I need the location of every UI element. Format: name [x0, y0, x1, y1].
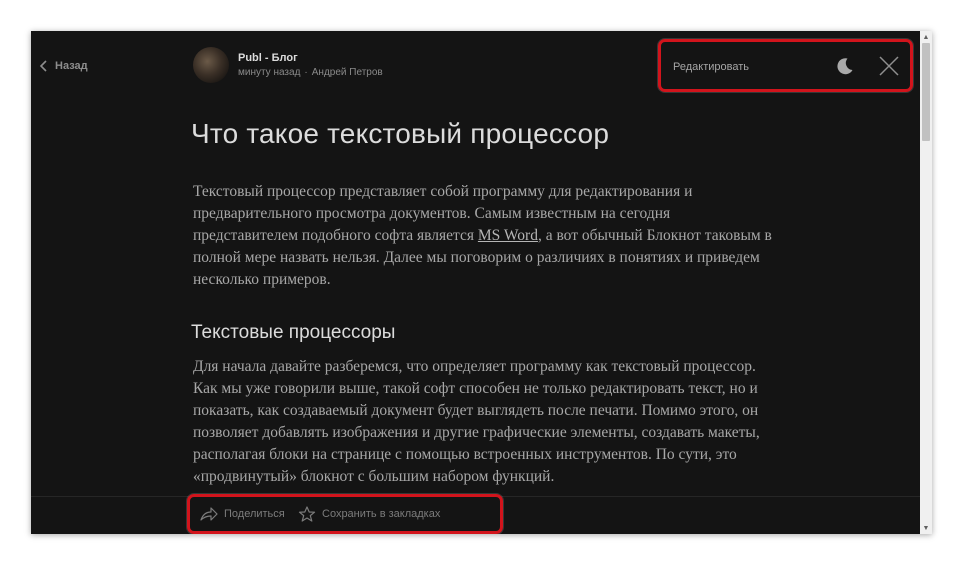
- star-icon: [298, 506, 316, 522]
- article-paragraph: Для начала давайте разберемся, что опред…: [193, 358, 760, 485]
- save-bookmark-button[interactable]: Сохранить в закладках: [298, 506, 440, 522]
- section-heading: Текстовые процессоры: [191, 322, 396, 343]
- back-button[interactable]: Назад: [39, 56, 88, 76]
- meta-separator: ·: [304, 66, 308, 78]
- article-paragraph: Текстовый процессор представляет собой п…: [193, 181, 773, 291]
- moon-icon[interactable]: [833, 55, 855, 77]
- share-label: Поделиться: [224, 508, 285, 520]
- scroll-down-arrow[interactable]: ▼: [920, 522, 932, 534]
- edit-button[interactable]: Редактировать: [673, 61, 749, 73]
- article-title: Что такое текстовый процессор: [191, 118, 610, 149]
- close-icon[interactable]: [878, 55, 900, 77]
- ms-word-link[interactable]: MS Word: [478, 227, 538, 244]
- back-label: Назад: [55, 60, 88, 72]
- author-name[interactable]: Андрей Петров: [312, 66, 383, 80]
- reader-window: Назад Publ - Блог минуту назад · Андрей …: [31, 31, 932, 534]
- post-meta: минуту назад · Андрей Петров: [238, 66, 383, 80]
- share-button[interactable]: Поделиться: [200, 506, 285, 522]
- post-header: Publ - Блог минуту назад · Андрей Петров: [193, 47, 383, 83]
- blog-name[interactable]: Publ - Блог: [238, 51, 383, 66]
- scrollbar[interactable]: ▲ ▼: [920, 31, 932, 534]
- chevron-left-icon: [39, 60, 47, 72]
- share-icon: [200, 507, 218, 521]
- scroll-up-arrow[interactable]: ▲: [920, 31, 932, 43]
- avatar[interactable]: [193, 47, 229, 83]
- save-label: Сохранить в закладках: [322, 508, 441, 520]
- post-time: минуту назад: [238, 66, 301, 78]
- scroll-thumb[interactable]: [922, 43, 930, 141]
- top-actions-highlight: Редактировать: [658, 39, 913, 92]
- bottom-actions-highlight: Поделиться Сохранить в закладках: [187, 494, 503, 534]
